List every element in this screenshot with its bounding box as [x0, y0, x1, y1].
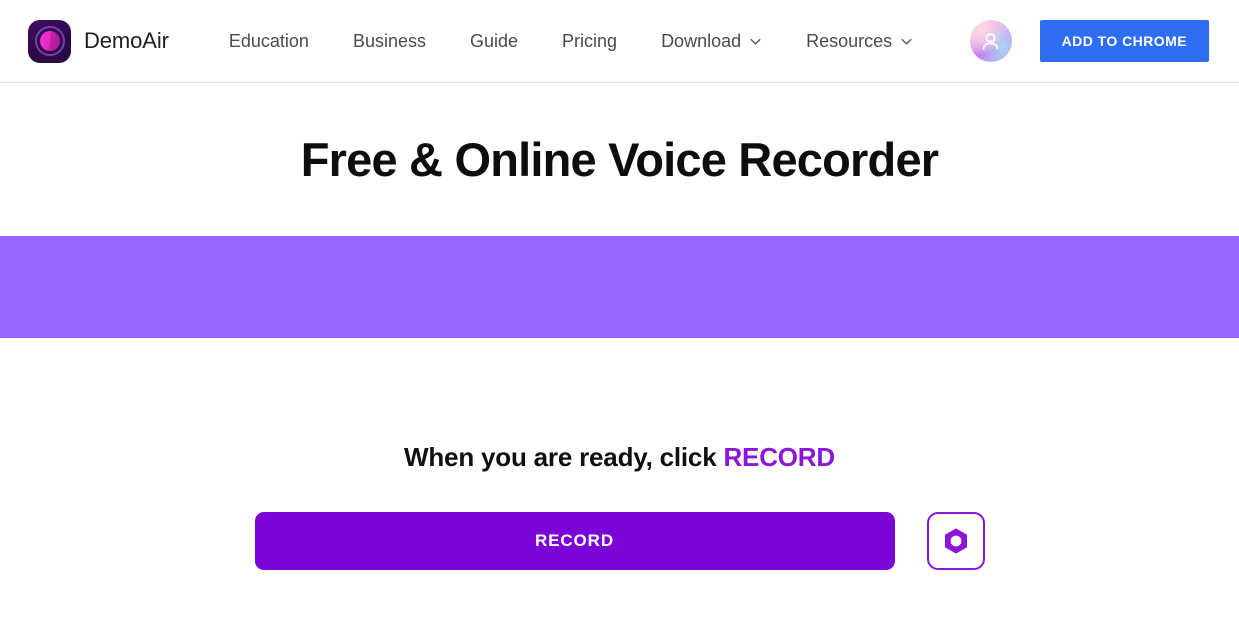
page-title: Free & Online Voice Recorder	[300, 133, 939, 186]
ready-instruction-accent: RECORD	[723, 442, 835, 472]
ready-instruction: When you are ready, click RECORD	[404, 442, 835, 473]
site-header: DemoAir Education Business Guide Pricing…	[0, 0, 1239, 83]
settings-button[interactable]	[926, 512, 985, 570]
brand-logo[interactable]: DemoAir	[28, 19, 169, 63]
chevron-down-icon	[900, 35, 913, 48]
nav-item-label: Pricing	[562, 30, 618, 51]
record-button[interactable]: RECORD	[254, 512, 895, 570]
nav-item-label: Guide	[469, 30, 519, 51]
promo-banner[interactable]	[0, 236, 1239, 338]
header-actions: ADD TO CHROME	[969, 20, 1209, 62]
record-controls-row: RECORD	[254, 512, 985, 570]
nav-item-label: Business	[352, 30, 426, 51]
recorder-section: When you are ready, click RECORD RECORD	[0, 338, 1239, 570]
hero-section: Free & Online Voice Recorder	[0, 83, 1239, 236]
main-navigation: Education Business Guide Pricing Downloa…	[207, 31, 970, 52]
chevron-down-icon	[749, 35, 762, 48]
nav-item-guide[interactable]: Guide	[448, 31, 540, 52]
brand-name: DemoAir	[84, 28, 169, 53]
nav-item-pricing[interactable]: Pricing	[540, 31, 639, 52]
settings-hex-icon	[941, 526, 971, 556]
nav-item-label: Education	[228, 30, 309, 51]
logo-dot-shape	[39, 31, 60, 51]
logo-ring-shape	[34, 26, 65, 56]
add-to-chrome-button[interactable]: ADD TO CHROME	[1039, 20, 1209, 62]
nav-item-business[interactable]: Business	[331, 31, 448, 52]
user-avatar-icon[interactable]	[969, 20, 1012, 62]
demoair-logo-icon	[28, 19, 71, 63]
nav-item-label: Resources	[806, 30, 893, 51]
nav-item-label: Download	[661, 30, 742, 51]
ready-instruction-prefix: When you are ready, click	[404, 442, 724, 472]
nav-item-education[interactable]: Education	[207, 31, 331, 52]
nav-item-resources[interactable]: Resources	[784, 31, 935, 52]
nav-item-download[interactable]: Download	[639, 31, 784, 52]
